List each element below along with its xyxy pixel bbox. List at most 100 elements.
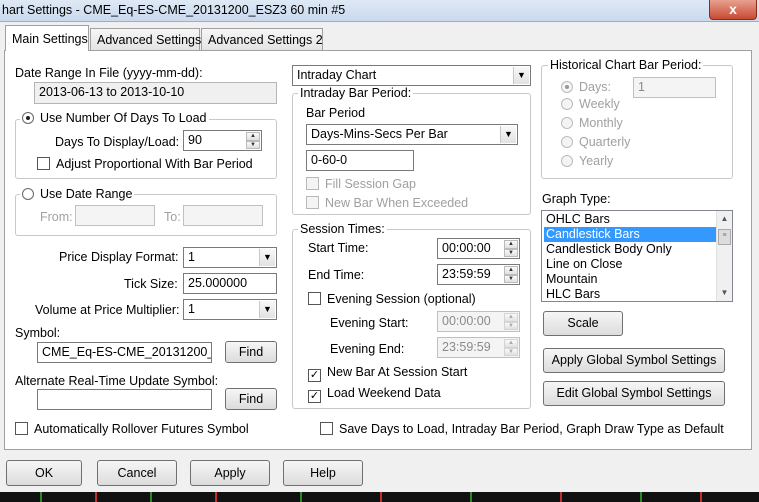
alt-symbol-input[interactable] — [37, 389, 212, 410]
days-radio[interactable] — [561, 81, 573, 93]
scroll-thumb[interactable]: ≡ — [718, 229, 731, 245]
checkmark-icon[interactable]: ✓ — [308, 390, 321, 403]
end-time-input[interactable]: 23:59:59 ▲ ▼ — [437, 264, 520, 285]
days-spinner[interactable]: ▲ ▼ — [246, 132, 260, 149]
spin-down-icon[interactable]: ▼ — [504, 347, 518, 356]
rollover-futures-checkbox[interactable]: Automatically Rollover Futures Symbol — [15, 422, 249, 436]
end-time-spinner[interactable]: ▲ ▼ — [504, 266, 518, 283]
chevron-down-icon[interactable]: ▼ — [259, 249, 275, 266]
spin-down-icon[interactable]: ▼ — [504, 321, 518, 330]
quarterly-radio[interactable] — [561, 136, 573, 148]
from-date-input[interactable] — [75, 205, 155, 226]
chevron-down-icon[interactable]: ▼ — [259, 301, 275, 318]
date-range-value: 2013-06-13 to 2013-10-10 — [34, 82, 277, 104]
start-time-spinner[interactable]: ▲ ▼ — [504, 240, 518, 257]
list-item[interactable]: OHLC Bars — [544, 212, 718, 227]
list-item[interactable]: Line on Close — [544, 257, 718, 272]
list-item[interactable]: HLC Bars — [544, 287, 718, 302]
scale-button[interactable]: Scale — [543, 311, 623, 336]
quarterly-option[interactable]: Quarterly — [561, 135, 630, 149]
tab-advanced-settings[interactable]: Advanced Settings — [90, 28, 201, 50]
spin-up-icon[interactable]: ▲ — [246, 132, 260, 141]
new-bar-exceeded-checkbox[interactable]: New Bar When Exceeded — [306, 196, 468, 210]
evening-session-check-icon[interactable] — [308, 292, 321, 305]
historical-days-input[interactable]: 1 — [633, 77, 716, 98]
list-item[interactable]: Mountain — [544, 272, 718, 287]
spin-down-icon[interactable]: ▼ — [504, 274, 518, 283]
tab-main-settings[interactable]: Main Settings — [5, 25, 89, 51]
find-alt-symbol-button[interactable]: Find — [225, 388, 277, 410]
symbol-input[interactable]: CME_Eq-ES-CME_20131200_ — [37, 342, 212, 363]
save-as-default-label: Save Days to Load, Intraday Bar Period, … — [339, 422, 724, 436]
apply-global-settings-button[interactable]: Apply Global Symbol Settings — [543, 348, 725, 373]
fill-gap-check-icon[interactable] — [306, 177, 319, 190]
evening-end-input[interactable]: 23:59:59 ▲ ▼ — [437, 337, 520, 358]
rollover-check-icon[interactable] — [15, 422, 28, 435]
close-button[interactable]: x — [709, 0, 757, 20]
days-to-load-input[interactable]: 90 ▲ ▼ — [183, 130, 262, 151]
monthly-option[interactable]: Monthly — [561, 116, 623, 130]
adjust-check-icon[interactable] — [37, 157, 50, 170]
historical-days-option[interactable]: Days: — [561, 80, 611, 94]
tab-advanced-settings-2[interactable]: Advanced Settings 2 — [201, 28, 323, 50]
evening-start-input[interactable]: 00:00:00 ▲ ▼ — [437, 311, 520, 332]
use-date-range-option[interactable]: Use Date Range — [20, 187, 135, 201]
weekly-radio[interactable] — [561, 98, 573, 110]
to-label: To: — [164, 210, 181, 224]
bar-period-type-select[interactable]: Days-Mins-Secs Per Bar ▼ — [306, 124, 518, 145]
list-scrollbar[interactable]: ▲ ≡ ▼ — [716, 211, 732, 301]
evening-start-value: 00:00:00 — [442, 314, 491, 328]
list-item-selected[interactable]: Candlestick Bars — [544, 227, 718, 242]
ok-button[interactable]: OK — [6, 460, 82, 486]
load-weekend-checkbox[interactable]: ✓ Load Weekend Data — [308, 386, 441, 403]
chart-type-select[interactable]: Intraday Chart ▼ — [292, 65, 531, 86]
new-bar-exceeded-label: New Bar When Exceeded — [325, 196, 469, 210]
volume-multiplier-select[interactable]: 1 ▼ — [183, 299, 277, 320]
scroll-up-icon[interactable]: ▲ — [717, 211, 732, 227]
apply-button[interactable]: Apply — [190, 460, 270, 486]
checkmark-icon[interactable]: ✓ — [308, 369, 321, 382]
use-date-range-radio[interactable] — [22, 188, 34, 200]
start-time-input[interactable]: 00:00:00 ▲ ▼ — [437, 238, 520, 259]
chevron-down-icon[interactable]: ▼ — [513, 67, 529, 84]
monthly-radio[interactable] — [561, 117, 573, 129]
scroll-down-icon[interactable]: ▼ — [717, 285, 732, 301]
use-days-radio[interactable] — [22, 112, 34, 124]
yearly-radio[interactable] — [561, 155, 573, 167]
cancel-button[interactable]: Cancel — [97, 460, 177, 486]
tick-size-input[interactable]: 25.000000 — [183, 273, 277, 294]
evening-start-spinner[interactable]: ▲ ▼ — [504, 313, 518, 330]
adjust-proportional-checkbox[interactable]: Adjust Proportional With Bar Period — [37, 157, 253, 171]
spin-up-icon[interactable]: ▲ — [504, 240, 518, 249]
help-button[interactable]: Help — [283, 460, 363, 486]
spin-down-icon[interactable]: ▼ — [504, 248, 518, 257]
tick-size-label: Tick Size: — [124, 277, 178, 291]
bar-period-input[interactable]: 0-60-0 — [306, 150, 414, 171]
spin-up-icon[interactable]: ▲ — [504, 339, 518, 348]
fill-session-gap-checkbox[interactable]: Fill Session Gap — [306, 177, 416, 191]
weekly-option[interactable]: Weekly — [561, 97, 620, 111]
graph-type-list[interactable]: OHLC Bars Candlestick Bars Candlestick B… — [541, 210, 733, 302]
spin-up-icon[interactable]: ▲ — [504, 266, 518, 275]
evening-session-checkbox[interactable]: Evening Session (optional) — [308, 292, 476, 306]
spin-up-icon[interactable]: ▲ — [504, 313, 518, 322]
list-item[interactable]: Candlestick Body Only — [544, 242, 718, 257]
spin-down-icon[interactable]: ▼ — [246, 140, 260, 149]
chevron-down-icon[interactable]: ▼ — [500, 126, 516, 143]
evening-end-value: 23:59:59 — [442, 340, 491, 354]
to-date-input[interactable] — [183, 205, 263, 226]
evening-start-label: Evening Start: — [330, 316, 409, 330]
evening-end-spinner[interactable]: ▲ ▼ — [504, 339, 518, 356]
window-title: hart Settings - CME_Eq-ES-CME_20131200_E… — [2, 3, 346, 17]
use-days-option[interactable]: Use Number Of Days To Load — [20, 111, 209, 125]
symbol-label: Symbol: — [15, 326, 61, 340]
price-format-select[interactable]: 1 ▼ — [183, 247, 277, 268]
edit-global-settings-button[interactable]: Edit Global Symbol Settings — [543, 381, 725, 406]
yearly-option[interactable]: Yearly — [561, 154, 613, 168]
save-as-default-checkbox[interactable]: Save Days to Load, Intraday Bar Period, … — [320, 422, 724, 436]
new-bar-exceeded-check-icon[interactable] — [306, 196, 319, 209]
find-symbol-button[interactable]: Find — [225, 341, 277, 363]
save-default-check-icon[interactable] — [320, 422, 333, 435]
chart-type-value: Intraday Chart — [297, 68, 377, 82]
new-bar-session-checkbox[interactable]: ✓ New Bar At Session Start — [308, 365, 467, 382]
